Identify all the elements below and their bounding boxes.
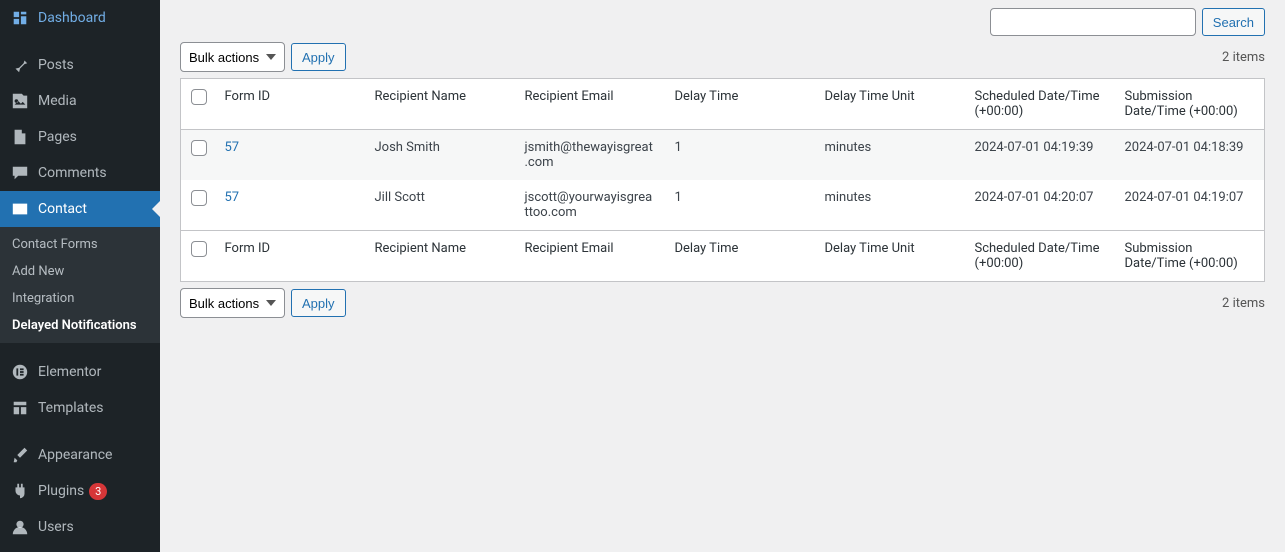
submenu-contact-forms[interactable]: Contact Forms	[0, 231, 160, 258]
mail-icon	[10, 199, 30, 219]
sidebar-label: Comments	[38, 165, 107, 181]
row-checkbox[interactable]	[191, 140, 207, 156]
media-icon	[10, 91, 30, 111]
cell-scheduled: 2024-07-01 04:19:39	[965, 130, 1115, 181]
sidebar-label: Posts	[38, 57, 74, 73]
sidebar-label: Users	[38, 519, 74, 535]
sidebar-label: Appearance	[38, 447, 112, 463]
main-content: Search Bulk actions Apply 2 items Form I…	[160, 0, 1285, 552]
cell-submission: 2024-07-01 04:18:39	[1115, 130, 1265, 181]
apply-button-top[interactable]: Apply	[291, 43, 346, 71]
sidebar-label: Templates	[38, 400, 104, 416]
sidebar-label: Dashboard	[38, 10, 106, 26]
cell-recipient-name: Jill Scott	[365, 180, 515, 231]
search-bar: Search	[180, 8, 1265, 36]
bulk-action-select-top[interactable]: Bulk actions	[180, 42, 285, 72]
search-button[interactable]: Search	[1202, 8, 1265, 36]
bulk-actions-bottom: Bulk actions Apply	[180, 288, 346, 318]
page-icon	[10, 127, 30, 147]
select-all-header	[181, 79, 215, 130]
pin-icon	[10, 55, 30, 75]
col-scheduled[interactable]: Scheduled Date/Time (+00:00)	[965, 231, 1115, 282]
sidebar-item-pages[interactable]: Pages	[0, 119, 160, 155]
sidebar-label: Contact	[38, 201, 87, 217]
select-all-checkbox-top[interactable]	[191, 89, 207, 105]
search-input[interactable]	[990, 8, 1196, 36]
sidebar-label: Plugins	[38, 483, 84, 499]
apply-button-bottom[interactable]: Apply	[291, 289, 346, 317]
contact-submenu: Contact Forms Add New Integration Delaye…	[0, 227, 160, 343]
sidebar-label: Media	[38, 93, 77, 109]
col-form-id[interactable]: Form ID	[215, 79, 365, 130]
submenu-delayed-notifications[interactable]: Delayed Notifications	[0, 312, 160, 339]
col-delay-unit[interactable]: Delay Time Unit	[815, 79, 965, 130]
items-count-bottom: 2 items	[1222, 296, 1265, 311]
form-id-link[interactable]: 57	[225, 140, 240, 155]
sidebar-item-media[interactable]: Media	[0, 83, 160, 119]
col-recipient-name[interactable]: Recipient Name	[365, 79, 515, 130]
col-delay-unit[interactable]: Delay Time Unit	[815, 231, 965, 282]
col-scheduled[interactable]: Scheduled Date/Time (+00:00)	[965, 79, 1115, 130]
plugins-badge: 3	[89, 483, 107, 500]
sidebar-item-users[interactable]: Users	[0, 509, 160, 545]
notifications-table: Form ID Recipient Name Recipient Email D…	[180, 78, 1265, 282]
sidebar-item-posts[interactable]: Posts	[0, 47, 160, 83]
elementor-icon	[10, 362, 30, 382]
plug-icon	[10, 481, 30, 501]
sidebar-item-dashboard[interactable]: Dashboard	[0, 0, 160, 36]
cell-recipient-email: jscott@yourwayisgreattoo.com	[515, 180, 665, 231]
items-count-top: 2 items	[1222, 50, 1265, 65]
sidebar-label: Pages	[38, 129, 77, 145]
col-recipient-email[interactable]: Recipient Email	[515, 231, 665, 282]
sidebar-label: Elementor	[38, 364, 101, 380]
col-form-id[interactable]: Form ID	[215, 231, 365, 282]
admin-sidebar: Dashboard Posts Media Pages Comments Con…	[0, 0, 160, 552]
comment-icon	[10, 163, 30, 183]
table-row: 57 Jill Scott jscott@yourwayisgreattoo.c…	[181, 180, 1265, 231]
row-checkbox[interactable]	[191, 190, 207, 206]
sidebar-item-elementor[interactable]: Elementor	[0, 354, 160, 390]
sidebar-item-templates[interactable]: Templates	[0, 390, 160, 426]
user-icon	[10, 517, 30, 537]
templates-icon	[10, 398, 30, 418]
brush-icon	[10, 445, 30, 465]
col-submission[interactable]: Submission Date/Time (+00:00)	[1115, 231, 1265, 282]
col-recipient-email[interactable]: Recipient Email	[515, 79, 665, 130]
bulk-actions-top: Bulk actions Apply	[180, 42, 346, 72]
submenu-add-new[interactable]: Add New	[0, 258, 160, 285]
table-footer-row: Form ID Recipient Name Recipient Email D…	[181, 231, 1265, 282]
cell-recipient-name: Josh Smith	[365, 130, 515, 181]
sidebar-item-contact[interactable]: Contact	[0, 191, 160, 227]
select-all-checkbox-bottom[interactable]	[191, 241, 207, 257]
select-all-footer	[181, 231, 215, 282]
form-id-link[interactable]: 57	[225, 190, 240, 205]
cell-delay-unit: minutes	[815, 130, 965, 181]
cell-delay-time: 1	[665, 130, 815, 181]
col-delay-time[interactable]: Delay Time	[665, 231, 815, 282]
cell-delay-time: 1	[665, 180, 815, 231]
cell-submission: 2024-07-01 04:19:07	[1115, 180, 1265, 231]
table-header-row: Form ID Recipient Name Recipient Email D…	[181, 79, 1265, 130]
tablenav-bottom: Bulk actions Apply 2 items	[180, 288, 1265, 318]
col-recipient-name[interactable]: Recipient Name	[365, 231, 515, 282]
bulk-action-select-bottom[interactable]: Bulk actions	[180, 288, 285, 318]
tablenav-top: Bulk actions Apply 2 items	[180, 42, 1265, 72]
sidebar-item-comments[interactable]: Comments	[0, 155, 160, 191]
sidebar-item-appearance[interactable]: Appearance	[0, 437, 160, 473]
sidebar-item-plugins[interactable]: Plugins 3	[0, 473, 160, 509]
cell-recipient-email: jsmith@thewayisgreat.com	[515, 130, 665, 181]
cell-scheduled: 2024-07-01 04:20:07	[965, 180, 1115, 231]
col-submission[interactable]: Submission Date/Time (+00:00)	[1115, 79, 1265, 130]
cell-delay-unit: minutes	[815, 180, 965, 231]
table-row: 57 Josh Smith jsmith@thewayisgreat.com 1…	[181, 130, 1265, 181]
submenu-integration[interactable]: Integration	[0, 285, 160, 312]
col-delay-time[interactable]: Delay Time	[665, 79, 815, 130]
dashboard-icon	[10, 8, 30, 28]
